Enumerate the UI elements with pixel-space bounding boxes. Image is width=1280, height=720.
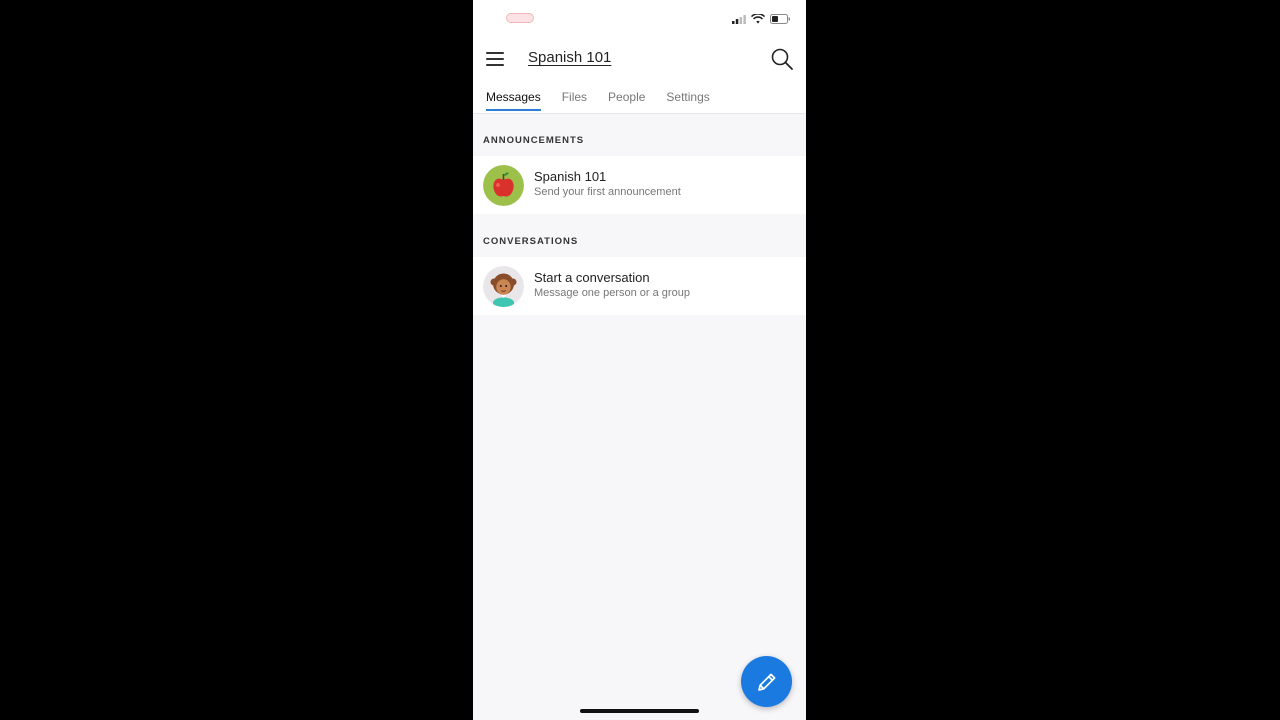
home-indicator[interactable] [580,709,699,713]
tab-files[interactable]: Files [562,90,587,110]
tab-messages[interactable]: Messages [486,90,541,111]
conversation-title: Start a conversation [534,270,650,285]
apple-avatar-icon [483,165,524,206]
announcement-subtitle: Send your first announcement [534,186,681,198]
battery-icon [770,14,790,24]
tab-people[interactable]: People [608,90,645,110]
signal-icon [732,14,746,24]
pencil-icon [757,673,775,691]
compose-button[interactable] [741,656,792,707]
announcements-section-label: ANNOUNCEMENTS [483,135,585,146]
app-header: Spanish 101 Messages Files People Settin… [473,38,806,114]
recording-indicator [506,13,534,23]
search-icon[interactable] [771,48,793,70]
conversation-row[interactable]: Start a conversation Message one person … [473,257,806,315]
announcement-title: Spanish 101 [534,169,607,184]
announcement-row[interactable]: Spanish 101 Send your first announcement [473,156,806,214]
user-avatar-icon [483,266,524,307]
status-bar [473,0,806,38]
tab-bar: Messages Files People Settings [486,90,710,111]
page-title[interactable]: Spanish 101 [528,49,611,66]
phone-screen: Spanish 101 Messages Files People Settin… [473,0,806,720]
tab-settings[interactable]: Settings [666,90,709,110]
conversations-section-label: CONVERSATIONS [483,236,579,247]
wifi-icon [751,14,765,24]
conversation-subtitle: Message one person or a group [534,287,690,299]
status-icons [732,14,791,24]
hamburger-menu-icon[interactable] [486,52,504,66]
